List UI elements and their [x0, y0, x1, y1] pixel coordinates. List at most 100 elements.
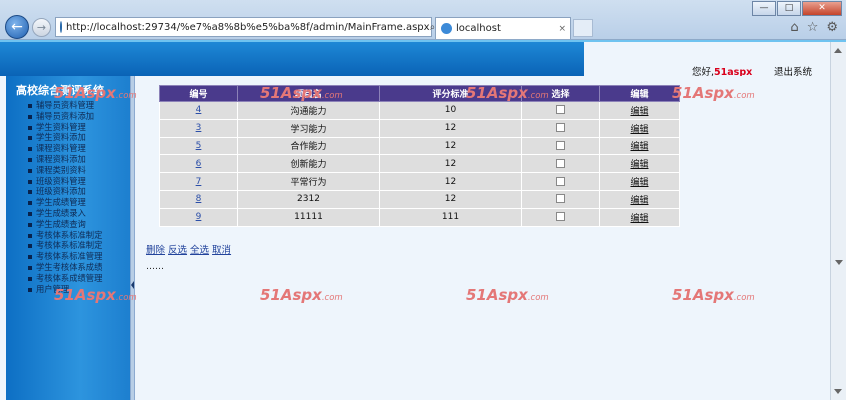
- row-edit-link[interactable]: 编辑: [630, 160, 648, 170]
- row-score: 12: [379, 136, 522, 156]
- table-row: 9 11111 111 编辑: [159, 207, 680, 227]
- menu-item[interactable]: 课程类别资料: [24, 165, 130, 176]
- sidebar-menu: 辅导员资料管理 辅导员资料添加 学生资料管理 学生资料添加 课程资料管理 课程资…: [6, 100, 130, 294]
- row-checkbox[interactable]: [556, 194, 565, 204]
- row-score: 12: [379, 154, 522, 174]
- row-edit-link[interactable]: 编辑: [630, 196, 648, 206]
- menu-item[interactable]: 辅导员资料管理: [24, 100, 130, 111]
- table-header-row: 编号 项目名 评分标准 选择 编辑: [159, 85, 680, 102]
- bulk-actions: 删除 反选 全选 取消: [146, 242, 234, 256]
- row-name: 沟通能力: [237, 101, 380, 120]
- score-items-table: 编号 项目名 评分标准 选择 编辑 4 沟通能力 10 编辑 3 学习能力 12…: [159, 85, 680, 227]
- menu-item[interactable]: 班级资料管理: [24, 176, 130, 187]
- browser-tab[interactable]: localhost ×: [435, 17, 571, 39]
- menu-item[interactable]: 辅导员资料添加: [24, 111, 130, 122]
- col-id-header: 编号: [159, 85, 238, 102]
- row-checkbox[interactable]: [556, 176, 565, 186]
- row-score: 111: [379, 207, 522, 227]
- row-id-link[interactable]: 9: [196, 212, 202, 222]
- row-edit-link[interactable]: 编辑: [630, 142, 648, 152]
- browser-titlebar: — □ ✕ ← → http://localhost:29734/%e7%a8%…: [0, 0, 846, 40]
- table-row: 6 创新能力 12 编辑: [159, 154, 680, 174]
- table-row: 8 2312 12 编辑: [159, 189, 680, 209]
- collapse-arrow-icon[interactable]: [131, 281, 134, 289]
- row-name: 2312: [237, 189, 380, 209]
- row-name: 11111: [237, 207, 380, 227]
- row-id-link[interactable]: 4: [196, 105, 202, 115]
- row-checkbox[interactable]: [556, 212, 565, 222]
- delete-link[interactable]: 删除: [146, 245, 165, 256]
- favorites-icon[interactable]: ☆: [807, 20, 819, 35]
- row-edit-link[interactable]: 编辑: [630, 178, 648, 188]
- menu-item[interactable]: 用户管理: [24, 284, 130, 295]
- row-edit-link[interactable]: 编辑: [630, 214, 648, 224]
- vertical-scrollbar[interactable]: [830, 42, 846, 400]
- table-row: 3 学习能力 12 编辑: [159, 118, 680, 138]
- menu-item[interactable]: 学生成绩查询: [24, 219, 130, 230]
- row-edit-link[interactable]: 编辑: [630, 107, 648, 117]
- menu-item[interactable]: 考核体系成绩管理: [24, 273, 130, 284]
- browser-tools: ⌂ ☆ ⚙: [790, 20, 838, 35]
- row-name: 学习能力: [237, 118, 380, 138]
- cancel-selection-link[interactable]: 取消: [212, 245, 231, 256]
- minimize-button[interactable]: —: [752, 1, 776, 16]
- table-row: 5 合作能力 12 编辑: [159, 136, 680, 156]
- menu-item[interactable]: 考核体系标准制定: [24, 240, 130, 251]
- menu-item[interactable]: 学生资料添加: [24, 132, 130, 143]
- page-globe-icon: [60, 21, 62, 33]
- row-checkbox[interactable]: [556, 158, 565, 168]
- row-checkbox[interactable]: [556, 140, 565, 150]
- window-controls: — □ ✕: [751, 1, 842, 16]
- col-name-header: 项目名: [237, 85, 380, 102]
- row-checkbox[interactable]: [556, 105, 565, 115]
- row-score: 12: [379, 172, 522, 191]
- row-name: 创新能力: [237, 154, 380, 174]
- row-id-link[interactable]: 8: [196, 194, 202, 204]
- tab-title: localhost: [456, 23, 501, 34]
- frame-splitter[interactable]: [130, 76, 135, 400]
- row-id-link[interactable]: 5: [196, 141, 202, 151]
- scroll-up-icon[interactable]: [834, 48, 842, 53]
- settings-gear-icon[interactable]: ⚙: [826, 20, 838, 35]
- pager-text: ……: [146, 262, 164, 272]
- menu-item[interactable]: 学生成绩录入: [24, 208, 130, 219]
- menu-item[interactable]: 学生资料管理: [24, 122, 130, 133]
- menu-item[interactable]: 考核体系标准管理: [24, 251, 130, 262]
- select-all-link[interactable]: 全选: [190, 245, 209, 256]
- invert-selection-link[interactable]: 反选: [168, 245, 187, 256]
- row-score: 10: [379, 101, 522, 120]
- back-button[interactable]: ←: [5, 15, 29, 39]
- sidebar: 高校综合测评系统 辅导员资料管理 辅导员资料添加 学生资料管理 学生资料添加 课…: [6, 76, 130, 400]
- tab-favicon-icon: [441, 23, 452, 34]
- forward-button[interactable]: →: [32, 18, 51, 37]
- close-window-button[interactable]: ✕: [802, 1, 842, 16]
- tab-close-icon[interactable]: ×: [558, 24, 566, 34]
- page-viewport: 您好,51aspx 退出系统 高校综合测评系统 辅导员资料管理 辅导员资料添加 …: [0, 40, 846, 400]
- menu-item[interactable]: 班级资料添加: [24, 186, 130, 197]
- address-url[interactable]: http://localhost:29734/%e7%a8%8b%e5%ba%8…: [66, 22, 430, 33]
- menu-item[interactable]: 学生成绩管理: [24, 197, 130, 208]
- row-id-link[interactable]: 3: [196, 123, 202, 133]
- menu-item[interactable]: 课程资料添加: [24, 154, 130, 165]
- row-id-link[interactable]: 6: [196, 159, 202, 169]
- menu-item[interactable]: 课程资料管理: [24, 143, 130, 154]
- row-score: 12: [379, 189, 522, 209]
- scroll-down-icon[interactable]: [834, 389, 842, 394]
- row-id-link[interactable]: 7: [196, 177, 202, 187]
- new-tab-button[interactable]: [573, 19, 593, 37]
- row-name: 平常行为: [237, 172, 380, 191]
- row-name: 合作能力: [237, 136, 380, 156]
- col-edit-header: 编辑: [599, 85, 680, 102]
- row-score: 12: [379, 118, 522, 138]
- menu-item[interactable]: 考核体系标准制定: [24, 230, 130, 241]
- table-row: 4 沟通能力 10 编辑: [159, 101, 680, 120]
- menu-item[interactable]: 学生考核体系成绩: [24, 262, 130, 273]
- row-edit-link[interactable]: 编辑: [630, 125, 648, 135]
- scroll-marker-icon: [835, 260, 843, 265]
- maximize-button[interactable]: □: [777, 1, 801, 16]
- user-bar: 您好,51aspx 退出系统: [584, 60, 830, 78]
- col-select-header: 选择: [521, 85, 600, 102]
- address-bar[interactable]: http://localhost:29734/%e7%a8%8b%e5%ba%8…: [55, 17, 483, 37]
- row-checkbox[interactable]: [556, 123, 565, 133]
- home-icon[interactable]: ⌂: [790, 20, 798, 35]
